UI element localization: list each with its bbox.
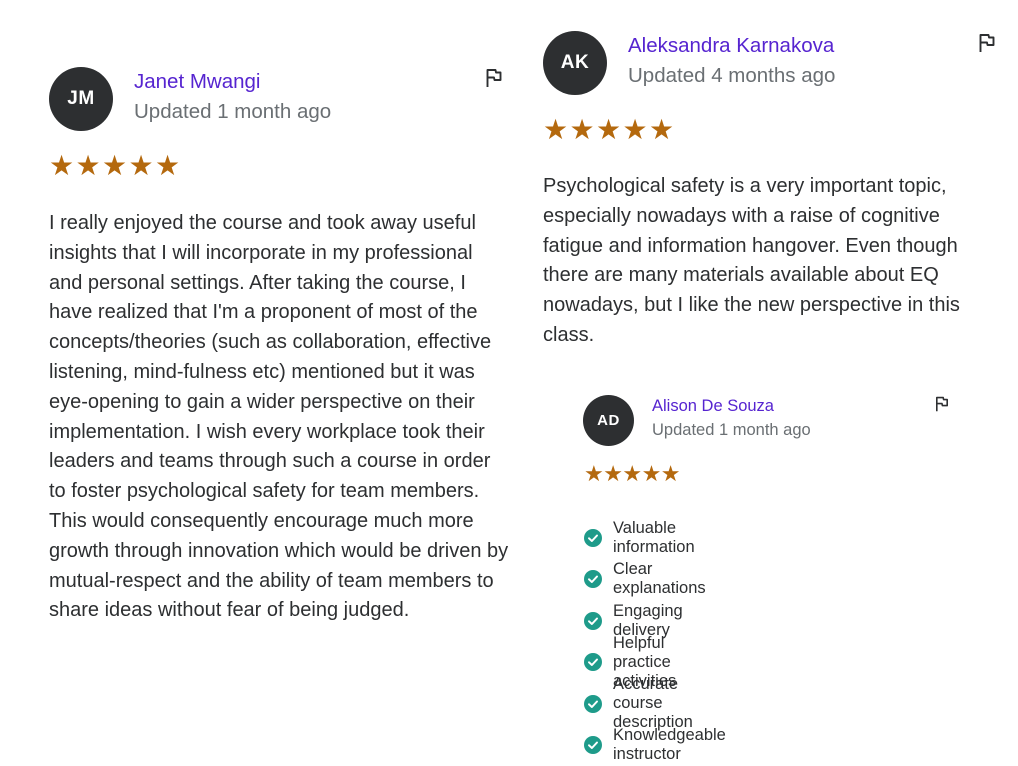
reviewer-name: Alison De Souza [652, 397, 774, 416]
check-circle-icon [584, 736, 602, 754]
star-icon: ★ [155, 152, 182, 180]
flag-icon[interactable] [934, 396, 950, 412]
star-icon: ★ [603, 463, 622, 485]
star-icon: ★ [661, 463, 680, 485]
highlight-label: Valuable information [613, 519, 726, 557]
reviewer-name: Janet Mwangi [134, 70, 260, 94]
flag-icon[interactable] [484, 68, 504, 88]
star-icon: ★ [76, 152, 103, 180]
avatar: AD [583, 395, 634, 446]
star-icon: ★ [642, 463, 661, 485]
star-rating: ★ ★ ★ ★ ★ [584, 463, 680, 485]
check-circle-icon [584, 653, 602, 671]
star-icon: ★ [543, 116, 570, 144]
flag-icon[interactable] [977, 33, 997, 53]
check-circle-icon [584, 612, 602, 630]
star-icon: ★ [584, 463, 603, 485]
reviewer-name: Aleksandra Karnakova [628, 34, 834, 58]
highlight-label: Accurate course description [613, 675, 726, 732]
avatar: JM [49, 67, 113, 131]
check-circle-icon [584, 695, 602, 713]
review-highlights-list: Valuable information Clear explanations … [584, 517, 726, 766]
review-text: I really enjoyed the course and took awa… [49, 209, 509, 626]
star-rating: ★ ★ ★ ★ ★ [543, 116, 676, 144]
highlight-label: Knowledgeable instructor [613, 726, 726, 764]
star-icon: ★ [649, 116, 676, 144]
list-item: Accurate course description [584, 683, 726, 725]
list-item: Valuable information [584, 517, 726, 559]
review-updated-time: Updated 1 month ago [652, 421, 811, 440]
star-icon: ★ [129, 152, 156, 180]
star-icon: ★ [49, 152, 76, 180]
review-updated-time: Updated 4 months ago [628, 64, 835, 88]
list-item: Clear explanations [584, 559, 726, 601]
check-circle-icon [584, 570, 602, 588]
star-icon: ★ [570, 116, 597, 144]
star-icon: ★ [623, 116, 650, 144]
star-icon: ★ [596, 116, 623, 144]
highlight-label: Clear explanations [613, 560, 726, 598]
check-circle-icon [584, 529, 602, 547]
star-icon: ★ [622, 463, 641, 485]
review-text: Psychological safety is a very important… [543, 172, 998, 351]
avatar: AK [543, 31, 607, 95]
star-rating: ★ ★ ★ ★ ★ [49, 152, 182, 180]
review-updated-time: Updated 1 month ago [134, 100, 331, 124]
list-item: Knowledgeable instructor [584, 725, 726, 766]
star-icon: ★ [102, 152, 129, 180]
